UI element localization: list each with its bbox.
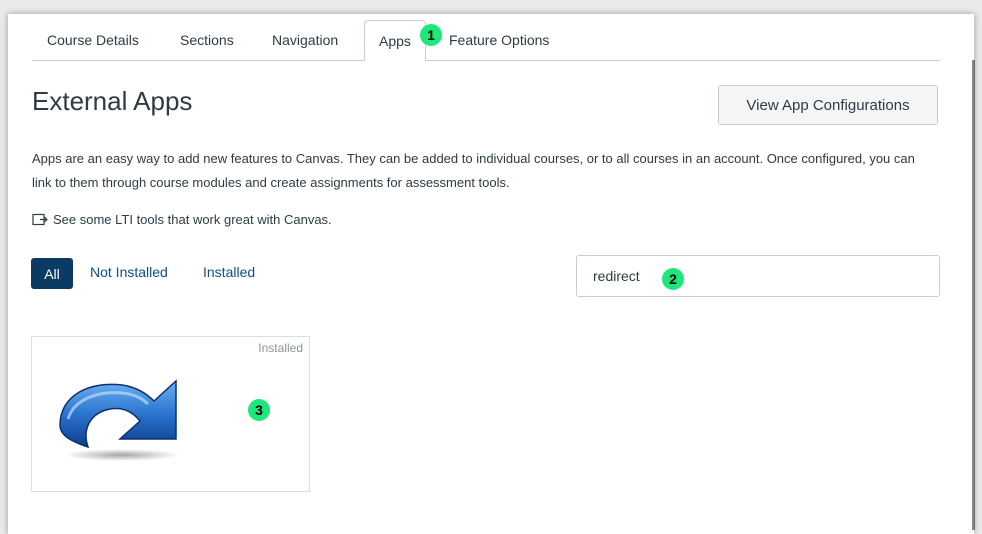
page-title: External Apps (32, 86, 193, 116)
tab-sections[interactable]: Sections (180, 20, 234, 59)
tab-navigation[interactable]: Navigation (272, 20, 338, 59)
filter-installed[interactable]: Installed (203, 264, 255, 280)
tab-feature-options[interactable]: Feature Options (449, 20, 549, 59)
tab-apps[interactable]: Apps (364, 20, 426, 61)
filter-not-installed[interactable]: Not Installed (90, 264, 168, 280)
window-edge (972, 60, 975, 530)
external-link-icon (32, 213, 49, 226)
lti-tools-link[interactable]: See some LTI tools that work great with … (32, 212, 332, 227)
apps-description: Apps are an easy way to add new features… (32, 151, 915, 190)
app-search-input[interactable] (576, 255, 940, 297)
view-app-configurations-button[interactable]: View App Configurations (718, 85, 938, 125)
settings-tabs: Course Details Sections Navigation Apps … (32, 20, 940, 61)
filter-all-button[interactable]: All (31, 258, 73, 289)
callout-3: 3 (248, 399, 270, 421)
redirect-arrow-icon (50, 367, 190, 472)
callout-1: 1 (420, 24, 442, 46)
lti-link-text: See some LTI tools that work great with … (53, 212, 332, 227)
callout-2: 2 (662, 268, 684, 290)
installed-badge: Installed (258, 341, 303, 355)
tab-course-details[interactable]: Course Details (47, 20, 139, 59)
